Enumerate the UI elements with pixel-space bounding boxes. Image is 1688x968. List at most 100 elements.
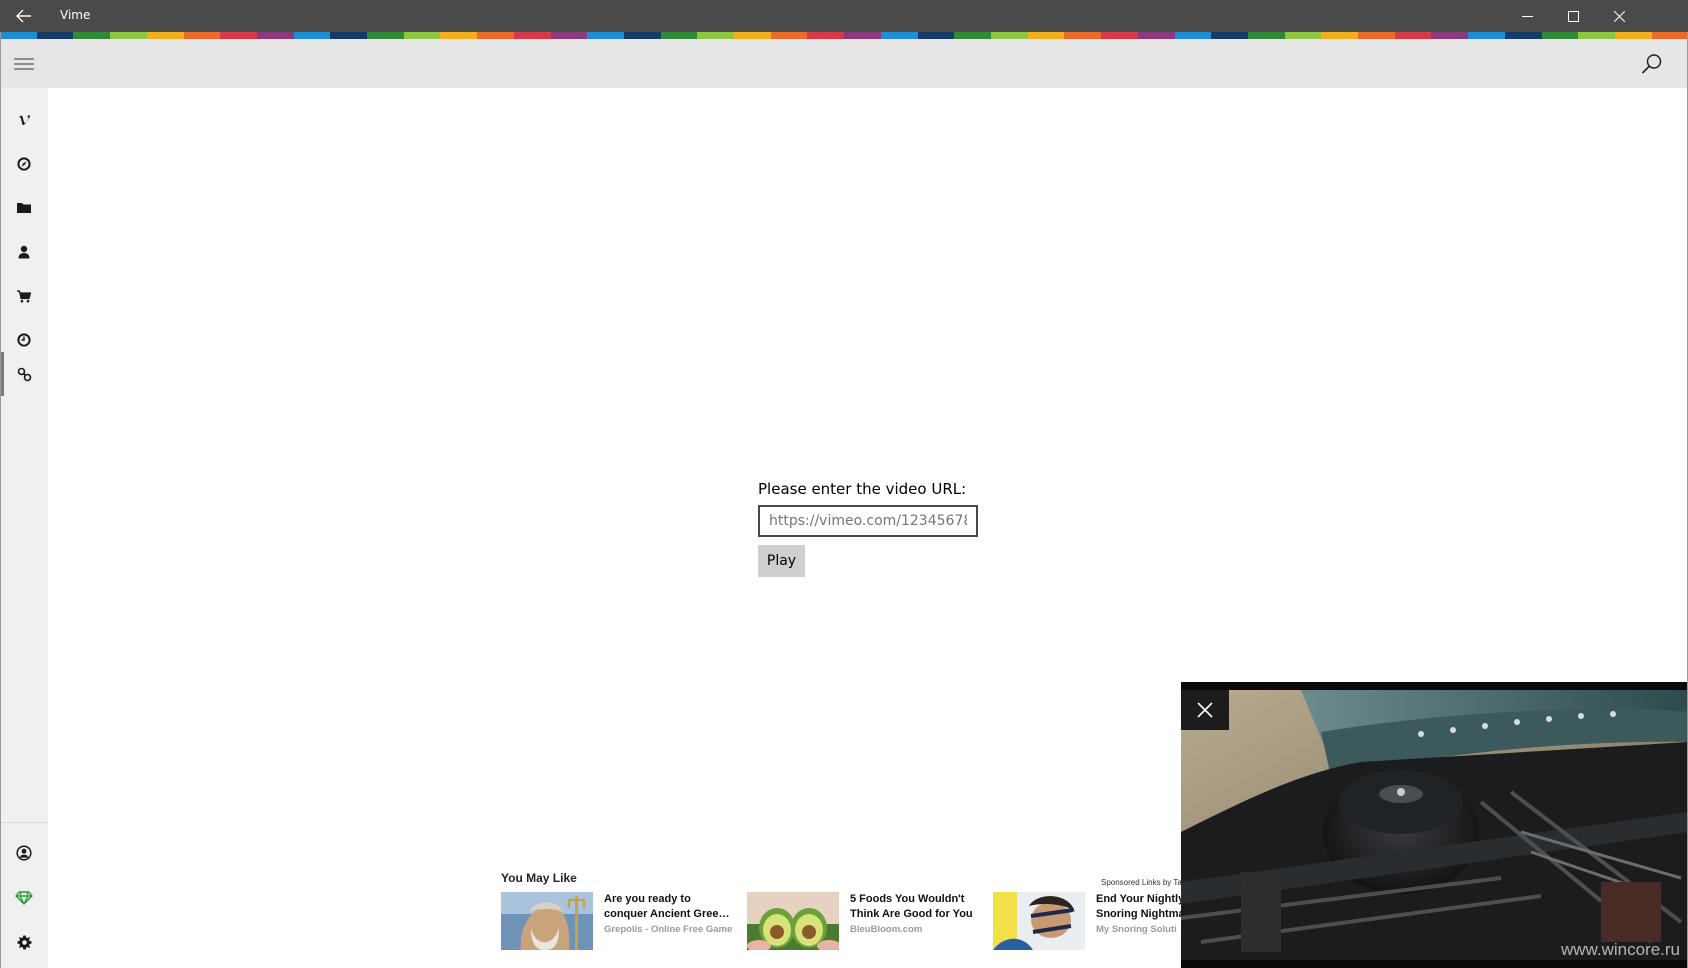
stripe-segment xyxy=(697,32,735,39)
stripe-segment xyxy=(660,32,698,39)
folder-icon xyxy=(17,203,31,213)
stripe-segment xyxy=(880,32,918,39)
nav-item-vimeo[interactable] xyxy=(0,99,48,143)
app-window: Vime Please enter the video URL: https:/… xyxy=(0,0,1688,968)
ad-card[interactable]: Are you ready to conquer Ancient Gree… G… xyxy=(501,892,736,950)
stripe-segment xyxy=(770,32,808,39)
nav-rail xyxy=(0,88,48,968)
back-arrow-icon xyxy=(16,9,31,23)
link-icon xyxy=(17,367,31,381)
stripe-segment xyxy=(0,32,37,39)
window-title: Vime xyxy=(60,8,91,22)
ads-heading: You May Like xyxy=(501,871,577,885)
nav-item-premium[interactable] xyxy=(0,876,48,920)
ad-thumbnail-snoring xyxy=(993,892,1085,950)
stripe-segment xyxy=(1064,32,1102,39)
video-frame xyxy=(1181,682,1688,968)
stripe-segment xyxy=(1211,32,1248,39)
stripe-segment xyxy=(330,32,368,39)
stripe-segment xyxy=(256,32,294,39)
search-icon xyxy=(1641,53,1662,74)
nav-item-link[interactable] xyxy=(0,352,48,396)
stripe-segment xyxy=(403,32,441,39)
ad-source: BleuBloom.com xyxy=(850,924,923,935)
diamond-icon xyxy=(15,891,33,905)
stripe-segment xyxy=(1394,32,1432,39)
stripe-segment xyxy=(1247,32,1285,39)
stripe-segment xyxy=(1541,32,1579,39)
close-icon xyxy=(1613,10,1625,22)
ad-thumbnail-warrior xyxy=(501,892,593,950)
stripe-segment xyxy=(440,32,478,39)
url-input[interactable] xyxy=(758,505,978,537)
settings-icon xyxy=(17,935,31,949)
search-button[interactable] xyxy=(1628,39,1676,88)
stripe-segment xyxy=(1101,32,1138,39)
stripe-segment xyxy=(734,32,771,39)
hamburger-icon xyxy=(14,58,34,69)
stripe-segment xyxy=(146,32,184,39)
stripe-segment xyxy=(623,32,661,39)
minimize-icon xyxy=(1521,15,1533,17)
stripe-segment xyxy=(1174,32,1212,39)
window-border-left xyxy=(0,32,1,968)
stripe-segment xyxy=(587,32,624,39)
title-bar: Vime xyxy=(0,0,1688,32)
stripe-segment xyxy=(1284,32,1322,39)
stripe-segment xyxy=(36,32,74,39)
ad-source: Grepolis - Online Free Game xyxy=(604,924,733,935)
ad-headline: End Your Nightly Snoring Nightma xyxy=(1096,893,1181,920)
nav-item-settings[interactable] xyxy=(0,920,48,964)
close-icon xyxy=(1197,702,1213,718)
url-form: Please enter the video URL: Play xyxy=(758,478,998,577)
nav-item-people[interactable] xyxy=(0,230,48,274)
video-player[interactable]: www.wincore.ru xyxy=(1181,682,1688,968)
app-header xyxy=(0,39,1688,88)
minimize-button[interactable] xyxy=(1504,0,1550,32)
nav-item-account[interactable] xyxy=(0,831,48,875)
ad-headline: 5 Foods You Wouldn't Think Are Good for … xyxy=(850,893,973,920)
stripe-segment xyxy=(917,32,955,39)
cart-icon xyxy=(17,289,31,302)
ad-headline: Are you ready to conquer Ancient Gree… xyxy=(604,893,730,920)
stripe-segment xyxy=(1137,32,1175,39)
ad-card[interactable]: 5 Foods You Wouldn't Think Are Good for … xyxy=(747,892,982,950)
clock-icon xyxy=(17,333,31,347)
person-icon xyxy=(18,245,30,259)
vimeo-icon xyxy=(17,115,31,126)
stripe-segment xyxy=(1651,32,1688,39)
stripe-segment xyxy=(1358,32,1395,39)
back-button[interactable] xyxy=(0,0,48,32)
stripe-segment xyxy=(990,32,1028,39)
ad-thumbnail-avocado xyxy=(747,892,839,950)
ad-card[interactable]: End Your Nightly Snoring Nightma My Snor… xyxy=(993,892,1181,950)
color-stripe xyxy=(0,32,1688,39)
nav-item-folders[interactable] xyxy=(0,186,48,230)
stripe-segment xyxy=(293,32,331,39)
stripe-segment xyxy=(110,32,147,39)
stripe-segment xyxy=(1431,32,1469,39)
play-button[interactable]: Play xyxy=(758,545,805,577)
stripe-segment xyxy=(477,32,514,39)
url-label: Please enter the video URL: xyxy=(758,480,967,498)
compass-icon xyxy=(17,157,31,171)
stripe-segment xyxy=(954,32,991,39)
stripe-segment xyxy=(1578,32,1615,39)
stripe-segment xyxy=(513,32,551,39)
stripe-segment xyxy=(550,32,588,39)
stripe-segment xyxy=(1027,32,1065,39)
nav-item-store[interactable] xyxy=(0,274,48,318)
sponsored-label[interactable]: Sponsored Links by Ta xyxy=(1101,878,1182,887)
menu-button[interactable] xyxy=(0,39,48,88)
stripe-segment xyxy=(1614,32,1652,39)
stripe-segment xyxy=(73,32,111,39)
nav-item-explore[interactable] xyxy=(0,142,48,186)
stripe-segment xyxy=(367,32,404,39)
close-video-button[interactable] xyxy=(1181,690,1229,730)
stripe-segment xyxy=(1504,32,1542,39)
nav-divider xyxy=(0,822,48,823)
stripe-segment xyxy=(807,32,845,39)
stripe-segment xyxy=(1321,32,1359,39)
maximize-button[interactable] xyxy=(1550,0,1596,32)
close-window-button[interactable] xyxy=(1596,0,1642,32)
